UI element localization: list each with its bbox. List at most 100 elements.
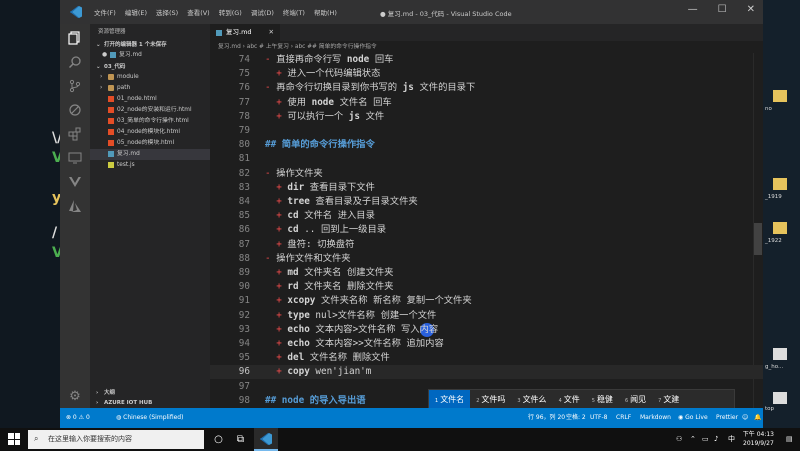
ime-candidate[interactable]: 2 文件吗 <box>470 390 511 410</box>
source-control-icon[interactable] <box>67 78 83 94</box>
search-icon[interactable] <box>67 54 83 70</box>
menu-help[interactable]: 帮助(H) <box>314 7 337 17</box>
workspace-root[interactable]: ⌄ 03_代码 <box>90 62 210 72</box>
maximize-button[interactable]: ☐ <box>718 4 727 15</box>
cursor-position[interactable]: 行 96，列 20 <box>528 408 565 428</box>
extensions-icon[interactable] <box>67 126 83 142</box>
language-mode[interactable]: Markdown <box>640 408 671 428</box>
editor-line[interactable]: 90 + rd 文件夹名 删除文件夹 <box>210 280 763 294</box>
cortana-icon[interactable]: ○ <box>212 433 225 446</box>
editor-line[interactable]: 81 <box>210 152 763 166</box>
azure-iot-hub-section[interactable]: › AZURE IOT HUB <box>90 398 210 408</box>
tree-item-file[interactable]: 05_node的模块.html <box>90 138 210 149</box>
feedback-icon[interactable]: ☺ <box>742 408 748 428</box>
tree-item-file-active[interactable]: 复习.md <box>90 149 210 160</box>
problems-indicator[interactable]: ⊗ 0 ⚠ 0 <box>66 408 90 428</box>
editor-line[interactable]: 87 + 盘符: 切换盘符 <box>210 238 763 252</box>
close-button[interactable]: ✕ <box>747 4 755 15</box>
ime-candidate[interactable]: 1 文件名 <box>429 390 471 410</box>
desktop-icon-label[interactable]: top <box>765 406 774 412</box>
editor-line[interactable]: 86 + cd .. 回到上一级目录 <box>210 223 763 237</box>
editor-line[interactable]: 75 + 进入一个代码编辑状态 <box>210 67 763 81</box>
desktop-icon-label[interactable]: g_ho... <box>765 364 783 370</box>
ime-candidate[interactable]: 3 文件么 <box>511 390 552 410</box>
tree-item-file[interactable]: 01_node.html <box>90 94 210 105</box>
azure-icon[interactable] <box>67 198 83 214</box>
tree-item-file[interactable]: 03_简单的命令行操作.html <box>90 116 210 127</box>
editor-line[interactable]: 95 + del 文件名称 删除文件 <box>210 351 763 365</box>
windows-start-icon[interactable] <box>8 433 20 445</box>
editor-line[interactable]: 94 + echo 文本内容>>文件名称 追加内容 <box>210 337 763 351</box>
editor-line[interactable]: 74 - 直接再命令行写 node 回车 <box>210 53 763 67</box>
tree-item-folder[interactable]: › module <box>90 72 210 83</box>
editor-line[interactable]: 93 + echo 文本内容>文件名称 写入内容 <box>210 323 763 337</box>
tree-item-file[interactable]: 02_node的安装和运行.html <box>90 105 210 116</box>
explorer-icon[interactable] <box>67 30 83 46</box>
taskbar-search-box[interactable]: 在这里输入你要搜索的内容 <box>28 430 204 449</box>
code-editor[interactable]: 74- 直接再命令行写 node 回车 75 + 进入一个代码编辑状态 76- 再命… <box>210 53 763 408</box>
editor-line[interactable]: 84 + tree 查看目录及子目录文件夹 <box>210 195 763 209</box>
desktop-folder-icon[interactable] <box>773 178 787 190</box>
taskbar-vscode-button[interactable] <box>254 428 278 451</box>
editor-line[interactable]: 77 + 使用 node 文件名 回车 <box>210 96 763 110</box>
tree-item-file[interactable]: 04_node的模块化.html <box>90 127 210 138</box>
desktop-folder-icon[interactable] <box>773 222 787 234</box>
editor-line[interactable]: 91 + xcopy 文件夹名称 新名称 复制一个文件夹 <box>210 294 763 308</box>
language-pack-indicator[interactable]: ◍ Chinese (Simplified) <box>116 408 183 428</box>
close-icon[interactable]: ● <box>102 52 107 58</box>
editor-line[interactable]: 89 + md 文件夹名 创建文件夹 <box>210 266 763 280</box>
outline-section[interactable]: › 大纲 <box>90 388 210 398</box>
editor-line[interactable]: 82 - 操作文件夹 <box>210 167 763 181</box>
open-editors-section[interactable]: ⌄ 打开的编辑器 1 个未保存 <box>90 40 210 50</box>
minimize-button[interactable]: — <box>688 4 698 15</box>
editor-line[interactable]: 78 + 可以执行一个 js 文件 <box>210 110 763 124</box>
taskbar-clock[interactable]: 下午 04:13 2019/9/27 <box>743 430 774 448</box>
tray-ime-language[interactable]: 中 <box>728 428 735 451</box>
indentation[interactable]: 空格: 2 <box>566 408 586 428</box>
tray-volume-icon[interactable]: ♪ <box>714 428 718 451</box>
editor-line[interactable]: 80 ## 简单的命令行操作指令 <box>210 138 763 152</box>
menu-go[interactable]: 转到(G) <box>219 7 242 17</box>
menu-edit[interactable]: 编辑(E) <box>125 7 147 17</box>
tray-people-icon[interactable]: ⚇ <box>676 428 682 451</box>
editor-line[interactable]: 83 + dir 查看目录下文件 <box>210 181 763 195</box>
desktop-folder-icon[interactable] <box>773 90 787 102</box>
line-ending[interactable]: CRLF <box>616 408 631 428</box>
remote-explorer-icon[interactable] <box>67 150 83 166</box>
desktop-file-icon[interactable] <box>773 348 787 360</box>
menu-selection[interactable]: 选择(S) <box>156 7 178 17</box>
editor-line[interactable]: 79 <box>210 124 763 138</box>
menu-terminal[interactable]: 终端(T) <box>283 7 305 17</box>
breadcrumb[interactable]: 复习.md › abc # 上午复习 › abc ## 简单的命令行操作指令 <box>210 41 763 53</box>
editor-line[interactable]: 96 + copy wen'jian'm <box>210 365 763 379</box>
go-live-button[interactable]: ◉ Go Live <box>678 408 708 428</box>
desktop-file-icon[interactable] <box>773 392 787 404</box>
tray-network-icon[interactable]: ▭ <box>702 428 709 451</box>
editor-line[interactable]: 85 + cd 文件名 进入目录 <box>210 209 763 223</box>
editor-line[interactable]: 92 + type nul>文件名称 创建一个文件 <box>210 309 763 323</box>
tree-item-folder[interactable]: › path <box>90 83 210 94</box>
tree-item-file[interactable]: test.js <box>90 160 210 171</box>
menu-view[interactable]: 查看(V) <box>187 7 210 17</box>
desktop-icon-label[interactable]: _1919 <box>765 194 782 200</box>
action-center-icon[interactable]: ▤ <box>786 428 793 451</box>
desktop-icon-label[interactable]: no <box>765 106 772 112</box>
task-view-icon[interactable]: ⧉ <box>234 433 247 446</box>
vue-icon[interactable] <box>67 174 83 190</box>
ime-candidate[interactable]: 6 闻见 <box>619 390 652 410</box>
tray-chevron-up-icon[interactable]: ⌃ <box>690 428 696 451</box>
tab-review-md[interactable]: 复习.md ✕ <box>210 24 280 41</box>
menu-debug[interactable]: 调试(D) <box>251 7 274 17</box>
encoding[interactable]: UTF-8 <box>590 408 608 428</box>
notifications-bell-icon[interactable]: 🔔 <box>754 408 761 428</box>
close-icon[interactable]: ✕ <box>269 24 274 41</box>
open-editor-item[interactable]: ● 复习.md <box>90 50 210 61</box>
ime-candidate[interactable]: 5 稳健 <box>586 390 619 410</box>
editor-line[interactable]: 88 - 操作文件和文件夹 <box>210 252 763 266</box>
settings-gear-icon[interactable]: ⚙ <box>67 388 83 404</box>
ime-candidate[interactable]: 4 文件 <box>553 390 586 410</box>
ime-candidate[interactable]: 7 文建 <box>652 390 685 410</box>
debug-icon[interactable] <box>67 102 83 118</box>
desktop-icon-label[interactable]: _1922 <box>765 238 782 244</box>
menu-file[interactable]: 文件(F) <box>94 7 116 17</box>
